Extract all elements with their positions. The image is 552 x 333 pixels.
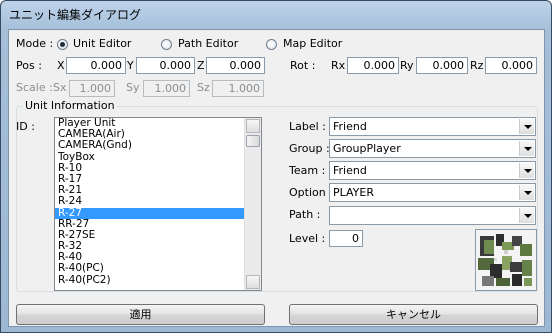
scroll-down-button[interactable] <box>246 275 260 289</box>
pos-y-input[interactable]: 0.000 <box>136 57 195 74</box>
window-title: ユニット編集ダイアログ <box>9 8 142 22</box>
list-item[interactable]: R-27 <box>55 207 246 219</box>
rot-x-label: Rx <box>331 59 346 72</box>
list-item[interactable]: R-21 <box>55 185 246 196</box>
unit-preview-image <box>475 229 537 291</box>
list-item[interactable]: R-32 <box>55 241 246 252</box>
path-label: Path : <box>289 208 321 221</box>
path-editor-radio[interactable] <box>161 39 172 50</box>
pos-z-label: Z <box>197 59 205 72</box>
pos-x-label: X <box>57 59 65 72</box>
rot-y-label: Ry <box>400 59 414 72</box>
path-combo[interactable] <box>329 206 536 225</box>
option-combo-value: PLAYER <box>333 186 374 199</box>
label-combo-value: Friend <box>333 120 367 133</box>
title-bar[interactable]: ユニット編集ダイアログ <box>1 1 551 29</box>
label-label: Label : <box>289 120 326 133</box>
list-item[interactable]: CAMERA(Gnd) <box>55 140 246 151</box>
team-combo[interactable]: Friend <box>329 161 536 180</box>
pos-z-input[interactable]: 0.000 <box>206 57 265 74</box>
rot-z-input[interactable]: 0.000 <box>485 57 537 74</box>
option-label: Option : <box>289 186 333 199</box>
pos-label: Pos : <box>16 59 42 72</box>
scroll-thumb[interactable] <box>246 135 260 147</box>
list-item[interactable]: RR-27 <box>55 219 246 230</box>
rot-y-input[interactable]: 0.000 <box>416 57 468 74</box>
list-item[interactable]: R-40(PC2) <box>55 275 246 286</box>
scale-y-input: 1.000 <box>143 80 190 97</box>
pos-y-label: Y <box>127 59 134 72</box>
rot-z-label: Rz <box>470 59 484 72</box>
unit-id-list-items: Player Unit CAMERA(Air) CAMERA(Gnd) ToyBox R… <box>55 118 246 286</box>
list-item[interactable]: R-27SE <box>55 230 246 241</box>
mode-label: Mode : <box>16 37 54 50</box>
chevron-down-icon[interactable] <box>519 119 534 134</box>
cancel-button[interactable]: キャンセル <box>289 304 538 325</box>
list-item[interactable]: ToyBox <box>55 152 246 163</box>
map-editor-radio-label[interactable]: Map Editor <box>283 37 342 51</box>
group-combo-value: GroupPlayer <box>333 142 401 155</box>
unit-information-title: Unit Information <box>23 99 117 112</box>
chevron-down-icon[interactable] <box>519 141 534 156</box>
chevron-down-icon[interactable] <box>519 208 534 223</box>
rot-label: Rot : <box>290 59 316 72</box>
list-item[interactable]: R-10 <box>55 163 246 174</box>
label-combo[interactable]: Friend <box>329 117 536 136</box>
scale-x-input: 1.000 <box>69 80 115 97</box>
unit-id-list[interactable]: Player Unit CAMERA(Air) CAMERA(Gnd) ToyBox R… <box>54 117 262 291</box>
list-item[interactable]: CAMERA(Air) <box>55 129 246 140</box>
id-label: ID : <box>16 120 35 133</box>
scale-x-label: Sx <box>53 81 67 94</box>
group-combo[interactable]: GroupPlayer <box>329 139 536 158</box>
map-thumbnail-icon <box>476 230 536 290</box>
pos-x-input[interactable]: 0.000 <box>66 57 126 74</box>
team-combo-value: Friend <box>333 164 367 177</box>
scroll-up-button[interactable] <box>246 119 260 133</box>
list-item[interactable]: Player Unit <box>55 118 246 129</box>
list-item[interactable]: R-40(PC) <box>55 263 246 274</box>
group-label: Group : <box>289 142 330 155</box>
dialog-body: Mode : Unit Editor Path Editor Map Edito… <box>8 29 545 327</box>
path-editor-radio-label[interactable]: Path Editor <box>178 37 238 51</box>
chevron-down-icon[interactable] <box>519 163 534 178</box>
list-item[interactable]: R-17 <box>55 174 246 185</box>
list-item[interactable]: R-24 <box>55 196 246 207</box>
scale-z-label: Sz <box>197 81 210 94</box>
level-label: Level : <box>289 232 326 245</box>
unit-editor-radio-label[interactable]: Unit Editor <box>73 37 131 51</box>
apply-button[interactable]: 適用 <box>16 304 265 325</box>
scale-label: Scale : <box>16 81 53 94</box>
chevron-down-icon[interactable] <box>519 185 534 200</box>
map-editor-radio[interactable] <box>266 39 277 50</box>
scale-y-label: Sy <box>126 81 140 94</box>
rot-x-input[interactable]: 0.000 <box>347 57 399 74</box>
option-combo[interactable]: PLAYER <box>329 183 536 202</box>
dialog-window: ユニット編集ダイアログ Mode : Unit Editor Path Edit… <box>0 0 552 333</box>
list-item[interactable]: R-40 <box>55 252 246 263</box>
unit-editor-radio[interactable] <box>57 39 68 50</box>
list-scrollbar[interactable] <box>244 118 261 290</box>
scale-z-input: 1.000 <box>212 80 264 97</box>
team-label: Team : <box>289 164 326 177</box>
level-input[interactable]: 0 <box>329 230 363 247</box>
